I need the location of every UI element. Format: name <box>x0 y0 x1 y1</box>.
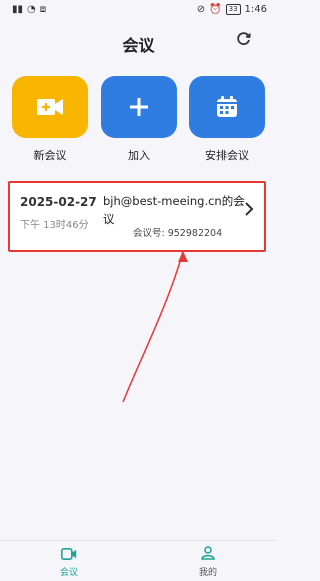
meeting-card[interactable]: 2025-02-27 下午 13时46分 bjh@best-meeing.cn的… <box>8 181 266 252</box>
join-button[interactable]: 加入 <box>101 76 177 163</box>
nav-item-profile[interactable]: 我的 <box>178 545 238 578</box>
alarm-icon: ⏰ <box>209 4 222 15</box>
action-row: 新会议 加入 安排会议 <box>0 76 277 166</box>
meeting-id: 会议号: 952982204 <box>133 228 223 239</box>
status-right: ⊘ ⏰ 33 1:46 <box>197 4 267 15</box>
schedule-meeting-button[interactable]: 安排会议 <box>189 76 265 163</box>
join-tile[interactable] <box>101 76 177 138</box>
nav-item-meetings[interactable]: 会议 <box>39 545 99 578</box>
new-meeting-label: 新会议 <box>33 149 67 162</box>
plus-icon <box>130 98 148 116</box>
status-bar: ▮▮ ◔ ⧈ ⊘ ⏰ 33 1:46 <box>0 0 277 22</box>
battery-icon: 33 <box>225 4 241 15</box>
bottom-nav: 会议 我的 <box>0 540 277 581</box>
header: 会议 <box>0 26 277 58</box>
person-icon <box>201 546 215 560</box>
status-time: 1:46 <box>244 4 267 15</box>
new-meeting-button[interactable]: 新会议 <box>12 76 88 163</box>
calendar-icon <box>217 96 237 117</box>
meeting-title: bjh@best-meeing.cn的会议 <box>103 194 245 226</box>
nav-label-meetings: 会议 <box>59 568 78 578</box>
refresh-icon[interactable] <box>235 31 253 49</box>
meeting-date: 2025-02-27 <box>20 195 97 209</box>
meeting-time: 下午 13时46分 <box>20 220 89 231</box>
chevron-right-icon <box>244 201 254 222</box>
nfc-icon: ⧈ <box>39 4 47 15</box>
wifi-icon: ◔ <box>27 4 36 15</box>
schedule-meeting-label: 安排会议 <box>205 149 249 162</box>
schedule-tile[interactable] <box>189 76 265 138</box>
join-label: 加入 <box>128 149 150 162</box>
silent-icon: ⊘ <box>196 4 206 15</box>
video-camera-icon <box>37 99 63 115</box>
video-camera-icon <box>61 548 77 560</box>
new-meeting-tile[interactable] <box>12 76 88 138</box>
nav-label-profile: 我的 <box>198 568 217 578</box>
signal-icon: ▮▮ <box>12 4 24 15</box>
status-left: ▮▮ ◔ ⧈ <box>12 4 46 15</box>
